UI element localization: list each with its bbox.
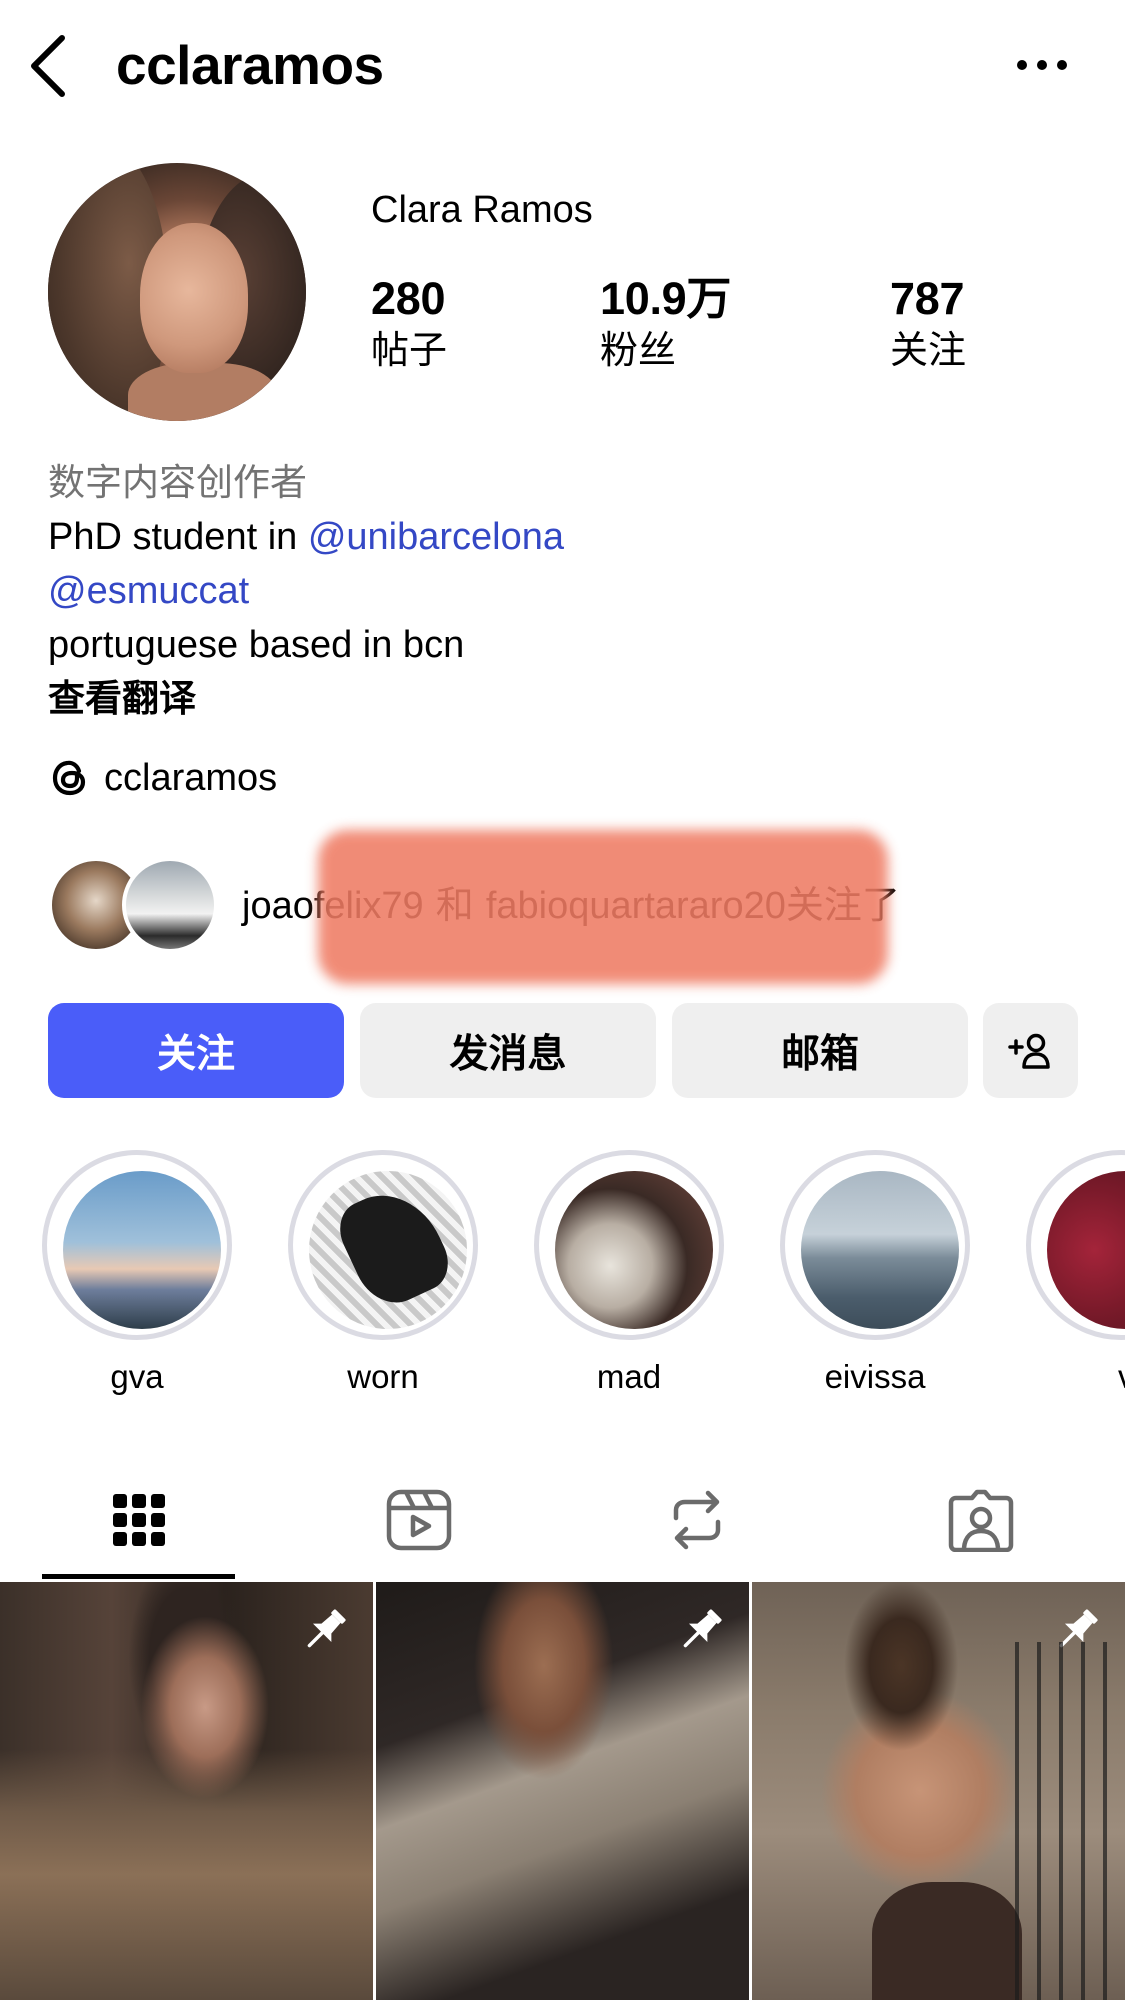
highlight-cover <box>309 1171 467 1329</box>
suggested-users-button[interactable] <box>983 1003 1078 1098</box>
follow-button[interactable]: 关注 <box>48 1003 344 1098</box>
category-label: 数字内容创作者 <box>48 461 307 504</box>
posts-label: 帖子 <box>371 328 448 372</box>
more-options-button[interactable] <box>1010 45 1074 85</box>
tab-posts-grid[interactable] <box>44 1460 234 1580</box>
back-button[interactable] <box>18 28 78 104</box>
following-label: 关注 <box>890 328 967 372</box>
pinned-icon <box>1049 1602 1105 1658</box>
add-user-icon <box>1007 1033 1050 1069</box>
posts-count: 280 <box>371 273 446 324</box>
reels-icon <box>386 1489 452 1551</box>
content-tabs <box>0 1460 1125 1580</box>
display-name: Clara Ramos <box>371 189 593 231</box>
tagged-icon <box>948 1489 1014 1552</box>
bio-text: PhD student in <box>48 516 308 558</box>
following-count-stat[interactable]: 787 关注 <box>890 272 966 374</box>
tab-reels[interactable] <box>324 1460 514 1580</box>
followed-by-text: joaofelix79 和 fabioquartararo20关注了 <box>242 877 900 934</box>
follower-avatar <box>122 857 218 953</box>
bio-line-1: PhD student in @unibarcelona <box>48 510 1068 564</box>
mention-link-esmuccat[interactable]: @esmuccat <box>48 570 249 612</box>
highlight-cover <box>555 1171 713 1329</box>
follower-username: fabioquartararo20 <box>485 885 786 927</box>
followed-suffix: 关注了 <box>785 883 900 927</box>
joiner-text: 和 <box>423 883 486 927</box>
top-bar: cclaramos <box>0 0 1125 130</box>
story-highlights: gva worn mad eivissa vita <box>0 1150 1125 1400</box>
profile-avatar[interactable] <box>48 163 306 421</box>
followers-label: 粉丝 <box>600 328 677 372</box>
post-thumbnail[interactable] <box>376 1582 749 2000</box>
threads-profile-link[interactable]: cclaramos <box>48 750 277 806</box>
bio: 数字内容创作者 PhD student in @unibarcelona @es… <box>48 456 1068 726</box>
posts-count-stat[interactable]: 280 帖子 <box>371 272 447 374</box>
highlight-label: worn <box>347 1358 419 1395</box>
highlight-cover <box>63 1171 221 1329</box>
highlight-label: gva <box>110 1358 164 1395</box>
pinned-icon <box>673 1602 729 1658</box>
followers-count: 10.9万 <box>600 273 732 324</box>
active-tab-indicator <box>42 1574 235 1579</box>
pinned-icon <box>297 1602 353 1658</box>
see-translation-link[interactable]: 查看翻译 <box>48 672 1068 726</box>
profile-page: cclaramos Clara Ramos 280 帖子 10.9万 粉丝 78… <box>0 0 1125 2000</box>
highlight-label: eivissa <box>824 1358 926 1395</box>
bio-line-3: portuguese based in bcn <box>48 624 465 666</box>
chevron-left-icon <box>31 35 65 97</box>
followed-by-row[interactable]: joaofelix79 和 fabioquartararo20关注了 <box>48 855 1098 955</box>
posts-grid <box>0 1582 1125 2000</box>
message-button[interactable]: 发消息 <box>360 1003 656 1098</box>
highlight-cover <box>1047 1171 1125 1329</box>
followers-count-stat[interactable]: 10.9万 粉丝 <box>600 272 731 374</box>
highlight-label: mad <box>596 1358 662 1395</box>
email-button[interactable]: 邮箱 <box>672 1003 968 1098</box>
highlight-label: vita <box>1118 1355 1125 1399</box>
follower-username: joaofelix79 <box>242 885 424 927</box>
tab-reposts[interactable] <box>602 1460 792 1580</box>
post-thumbnail[interactable] <box>752 1582 1125 2000</box>
post-thumbnail[interactable] <box>0 1582 373 2000</box>
profile-username-title: cclaramos <box>116 34 384 96</box>
following-count: 787 <box>890 273 965 324</box>
mention-link-unibarcelona[interactable]: @unibarcelona <box>308 516 564 558</box>
reposts-icon <box>673 1490 721 1550</box>
threads-icon <box>48 756 92 800</box>
more-horizontal-icon <box>1017 60 1067 70</box>
threads-handle: cclaramos <box>104 756 278 799</box>
grid-icon <box>113 1494 165 1546</box>
highlight-cover <box>801 1171 959 1329</box>
tab-tagged[interactable] <box>886 1460 1076 1580</box>
